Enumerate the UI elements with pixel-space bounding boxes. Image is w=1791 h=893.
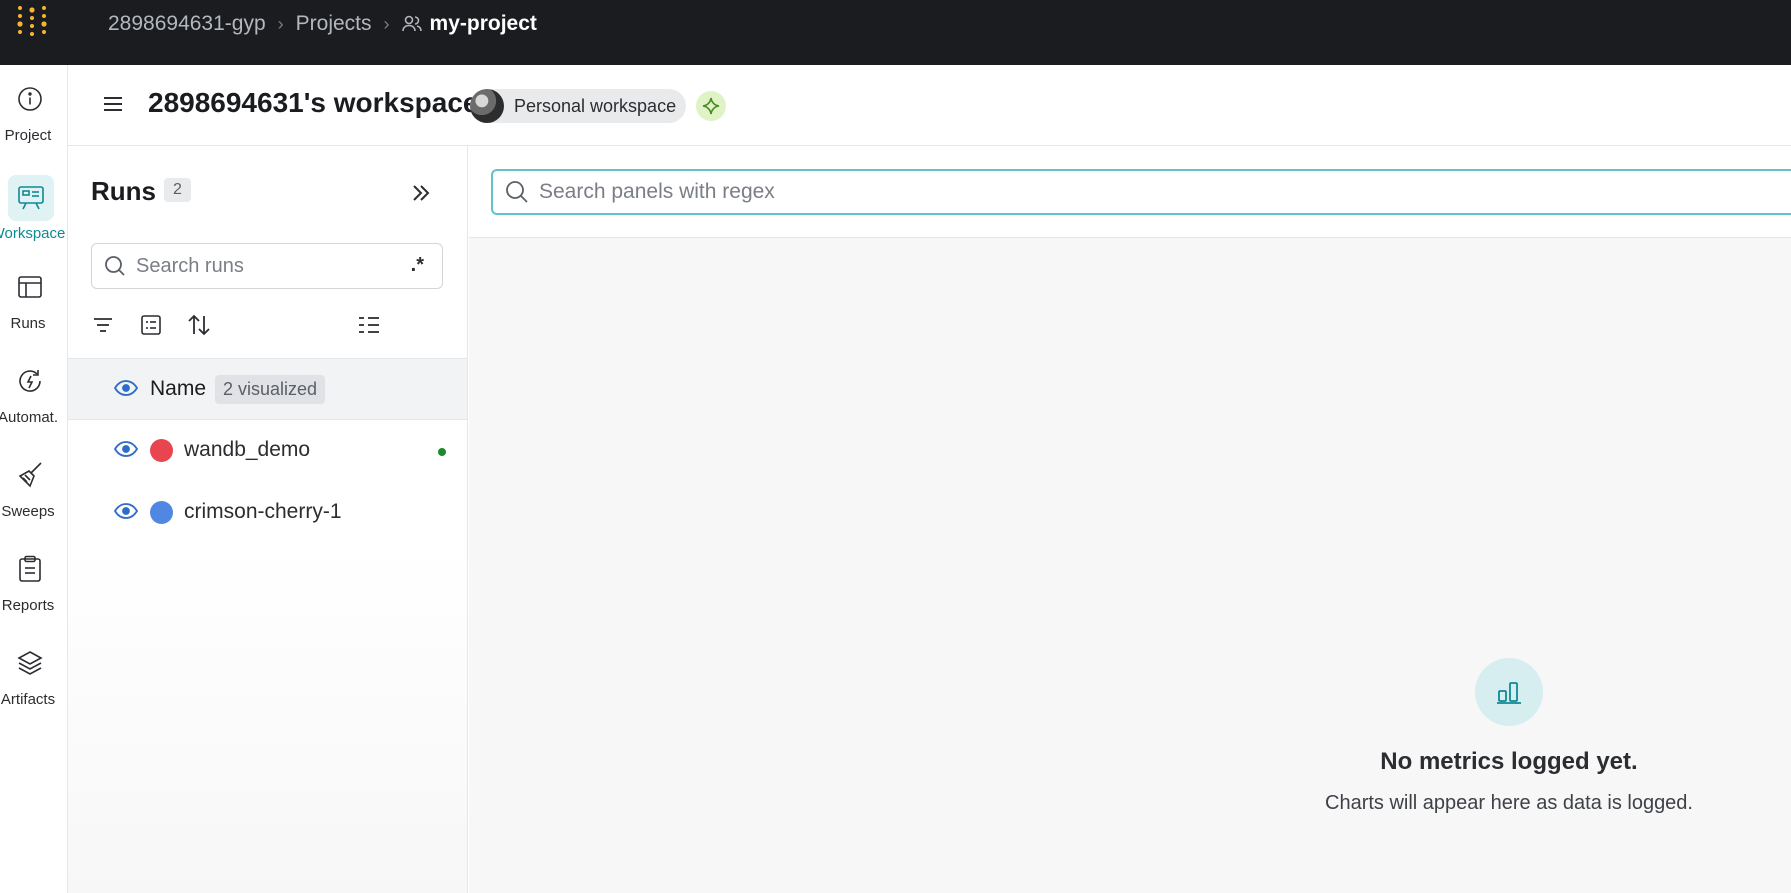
sparkle-icon[interactable] [696, 91, 726, 121]
bar-chart-icon [1475, 658, 1543, 726]
columns-icon[interactable] [356, 312, 382, 338]
empty-state-subtitle: Charts will appear here as data is logge… [1325, 792, 1693, 814]
nav-item-project[interactable]: Project [0, 81, 68, 165]
workspace-type-label: Personal workspace [514, 95, 677, 116]
name-column-header[interactable]: Name [150, 377, 206, 401]
panel-search-bar [469, 146, 1791, 238]
panels-area: No metrics logged yet. Charts will appea… [469, 146, 1791, 893]
search-icon [105, 256, 125, 276]
nav-label: Runs [10, 315, 46, 332]
run-name[interactable]: wandb_demo [184, 438, 310, 462]
run-name[interactable]: crimson-cherry-1 [184, 500, 342, 524]
breadcrumb: 2898694631-gyp › Projects › my-project [108, 0, 537, 48]
run-row[interactable]: crimson-cherry-1 [68, 482, 467, 544]
run-color-swatch[interactable] [150, 501, 173, 524]
automations-icon [12, 363, 48, 399]
filter-icon[interactable] [90, 312, 116, 338]
run-row[interactable]: wandb_demo [68, 420, 467, 482]
eye-icon[interactable] [114, 379, 138, 397]
nav-item-workspace[interactable]: Workspace [0, 175, 68, 259]
nav-item-reports[interactable]: Reports [0, 551, 68, 635]
nav-label: Workspace [0, 225, 66, 242]
breadcrumb-current-project[interactable]: my-project [401, 12, 537, 36]
nav-label: Artifacts [0, 691, 56, 708]
visualized-count-badge[interactable]: 2 visualized [215, 375, 326, 404]
chevron-right-icon: › [277, 13, 284, 34]
panel-search [491, 169, 1791, 215]
runs-title: Runs [91, 176, 156, 206]
sort-icon[interactable] [186, 312, 212, 338]
breadcrumb-projects[interactable]: Projects [296, 12, 372, 36]
nav-item-artifacts[interactable]: Artifacts [0, 645, 68, 729]
project-name: my-project [429, 12, 537, 35]
nav-item-sweeps[interactable]: Sweeps [0, 457, 68, 541]
empty-state-title: No metrics logged yet. [1380, 748, 1638, 775]
nav-label: Project [4, 127, 52, 144]
workspace-header: 2898694631's workspace Personal workspac… [68, 65, 1791, 146]
runs-table-icon [12, 269, 48, 305]
chevron-right-icon: › [383, 13, 390, 34]
runs-count-badge: 2 [164, 178, 191, 202]
workspace-icon [8, 175, 54, 221]
runs-search-input[interactable] [136, 254, 386, 278]
nav-label: Reports [1, 597, 55, 614]
group-icon[interactable] [138, 312, 164, 338]
avatar [470, 89, 504, 123]
nav-item-runs[interactable]: Runs [0, 269, 68, 353]
wandb-logo-icon[interactable] [16, 4, 56, 40]
double-chevron-right-icon[interactable] [408, 180, 434, 206]
layers-icon [12, 645, 48, 681]
runs-search: .* [91, 243, 443, 289]
nav-item-automations[interactable]: Automat. [0, 363, 68, 447]
clipboard-icon [12, 551, 48, 587]
run-color-swatch[interactable] [150, 439, 173, 462]
hamburger-menu-icon[interactable] [102, 93, 124, 115]
nav-label: Automat. [0, 409, 59, 426]
top-bar: 2898694631-gyp › Projects › my-project [0, 0, 1791, 65]
info-icon [12, 81, 48, 117]
workspace-title[interactable]: 2898694631's workspace [148, 87, 478, 119]
panel-search-input[interactable] [539, 180, 1439, 204]
running-status-dot [438, 448, 446, 456]
breadcrumb-entity[interactable]: 2898694631-gyp [108, 12, 266, 36]
workspace-type-badge[interactable]: Personal workspace [470, 89, 687, 123]
broom-icon [12, 457, 48, 493]
runs-table-header: Name 2 visualized [68, 358, 467, 420]
eye-icon[interactable] [114, 440, 138, 458]
runs-panel: Runs 2 .* Name 2 visualized wandb_demo c… [68, 146, 468, 893]
team-icon [401, 15, 422, 32]
left-nav: Project Workspace Runs Automat. Sweeps R… [0, 65, 68, 893]
regex-toggle[interactable]: .* [411, 254, 424, 277]
nav-label: Sweeps [1, 503, 55, 520]
eye-icon[interactable] [114, 502, 138, 520]
search-icon [506, 181, 528, 203]
